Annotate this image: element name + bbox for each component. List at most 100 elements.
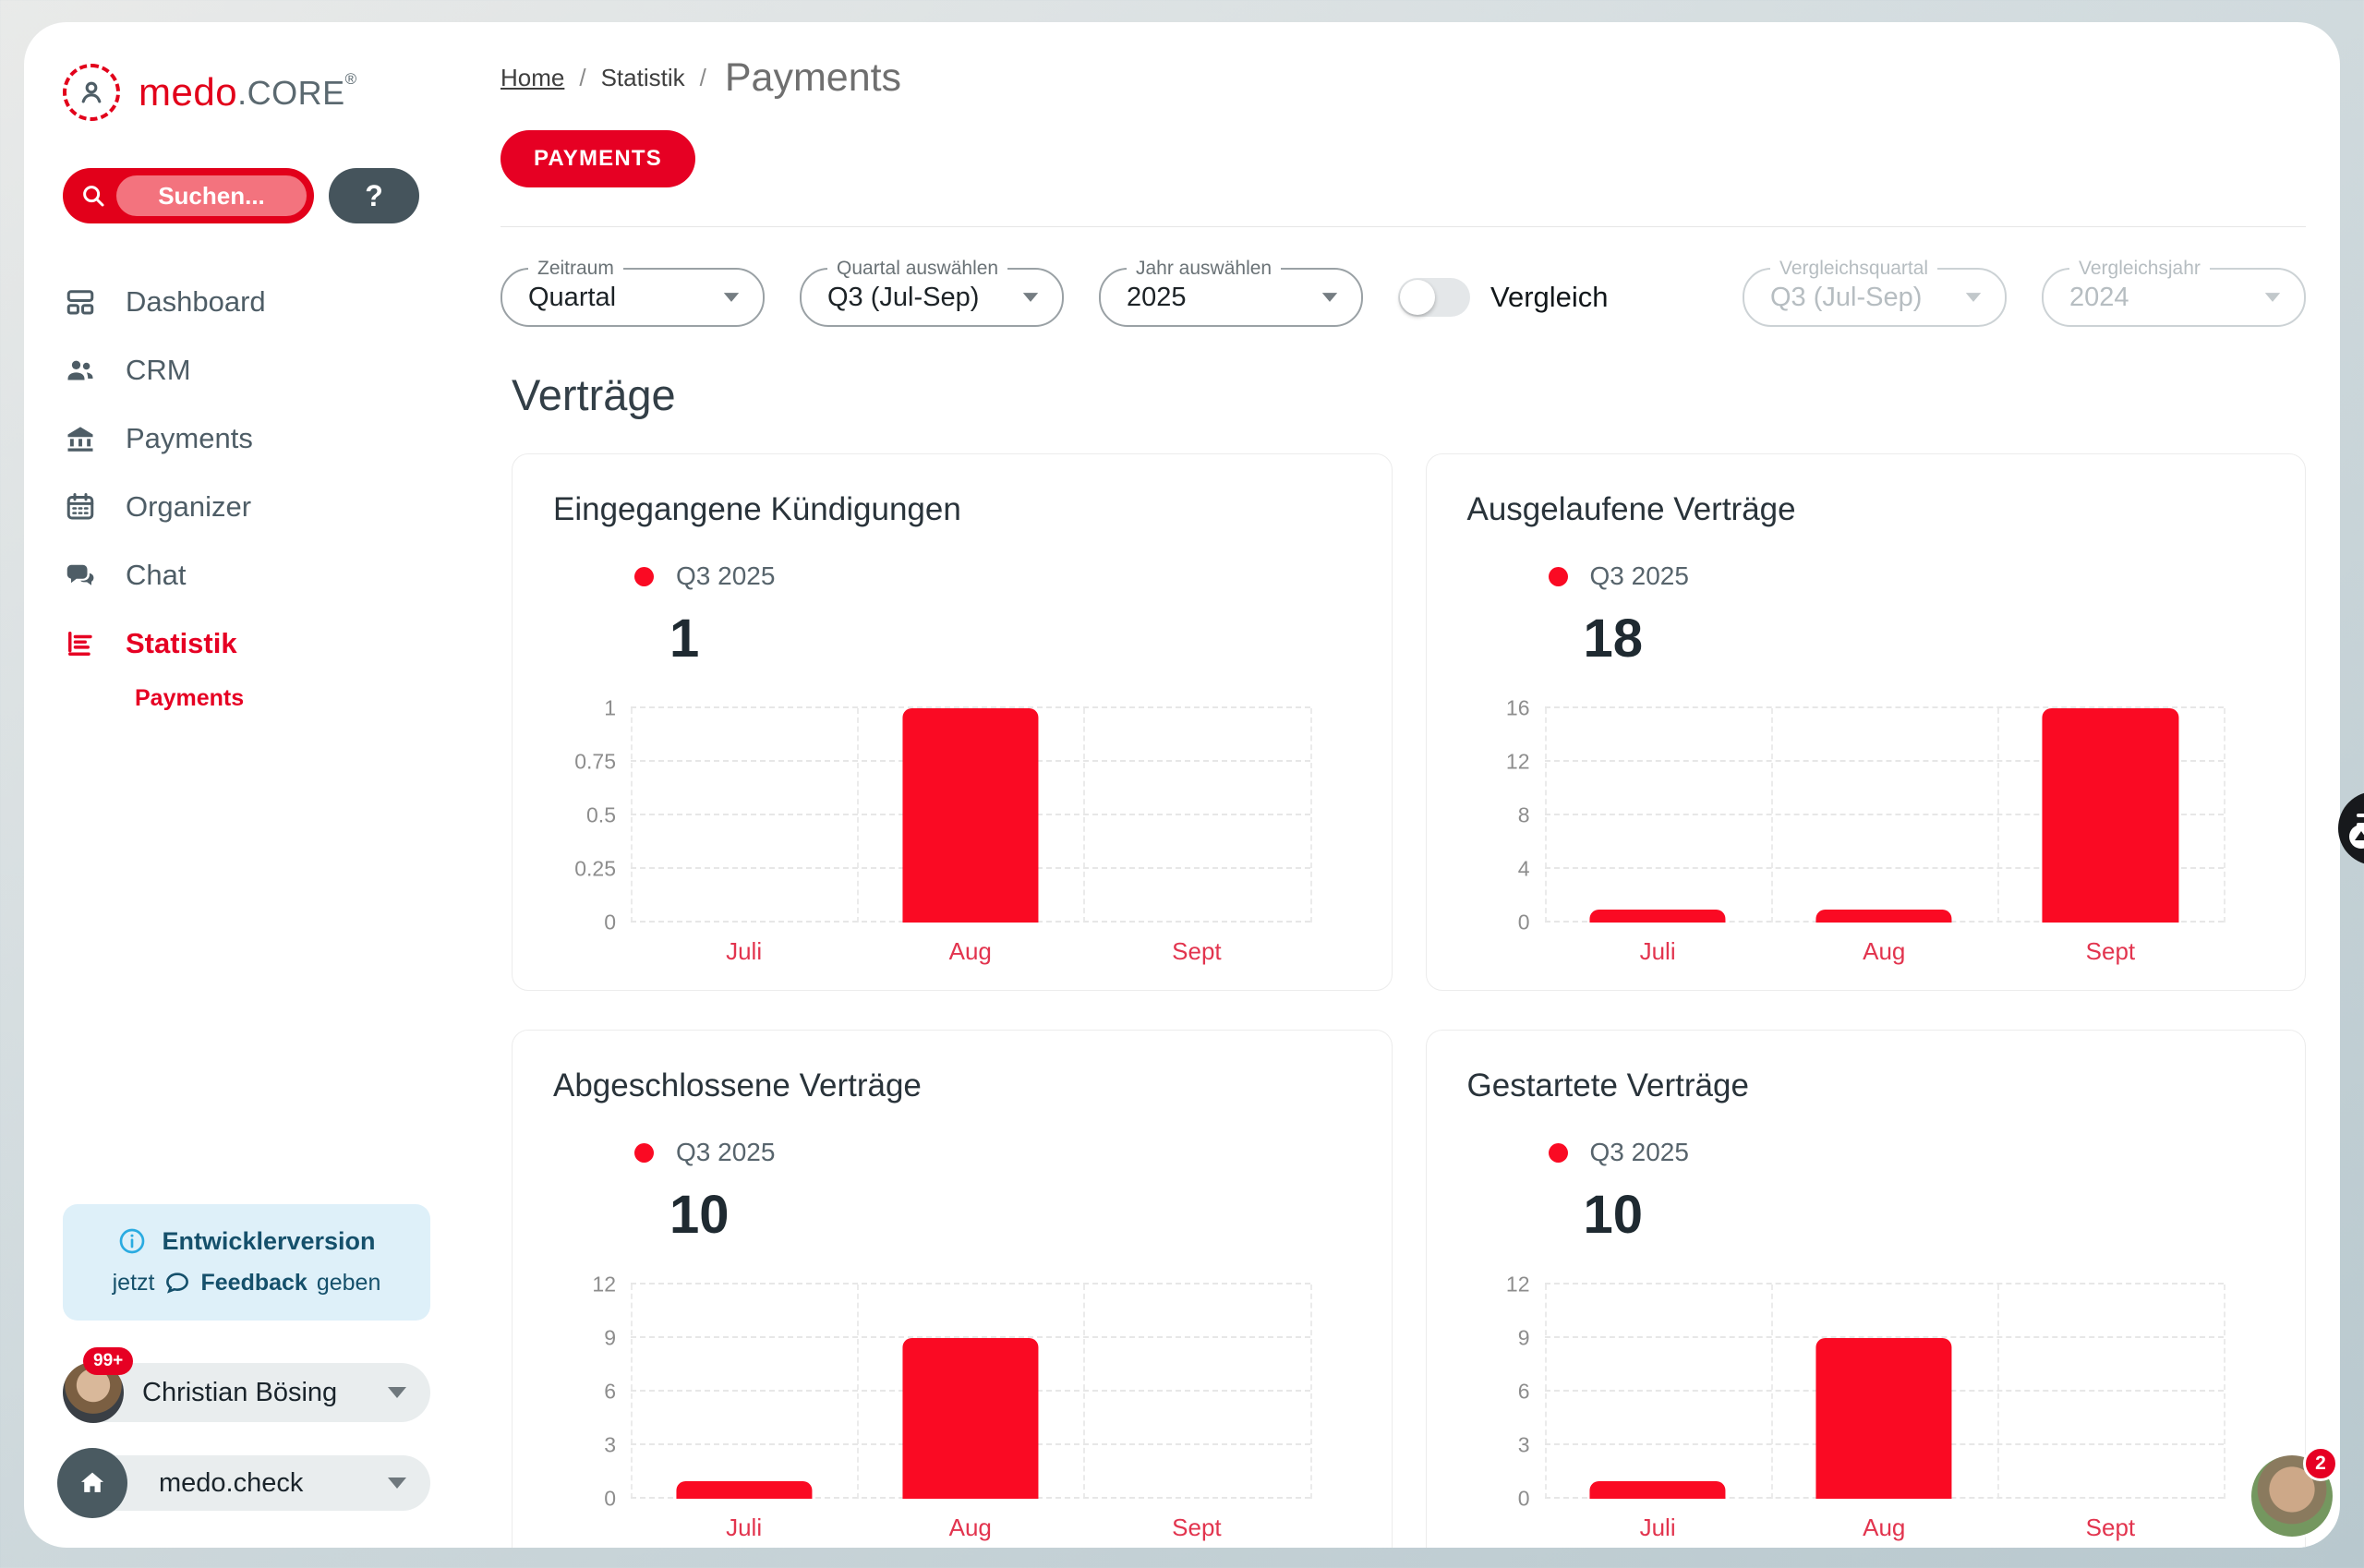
breadcrumb: Home / Statistik / Payments — [501, 55, 2306, 101]
x-axis-label: Juli — [631, 937, 857, 966]
gridline — [1545, 1285, 1547, 1499]
gridline — [1310, 708, 1312, 923]
chart-title: Ausgelaufene Verträge — [1467, 491, 2265, 528]
people-icon — [63, 354, 98, 387]
chart-total: 10 — [669, 1184, 1351, 1246]
x-axis-label: Aug — [857, 1514, 1083, 1542]
app-window: medo.CORE® Suchen... ? Dashbo — [24, 22, 2340, 1548]
gridline — [2224, 708, 2225, 923]
y-axis-tick: 4 — [1518, 859, 1530, 880]
dashboard-icon — [63, 285, 98, 319]
bar-Aug[interactable] — [1816, 1338, 1952, 1499]
chevron-down-icon — [2265, 293, 2280, 302]
sidebar-item-payments[interactable]: Payments — [63, 417, 469, 460]
user-name: Christian Bösing — [142, 1378, 337, 1408]
select-value: 2024 — [2069, 283, 2129, 313]
info-icon — [117, 1226, 147, 1256]
chevron-down-icon — [1322, 293, 1337, 302]
search-input[interactable]: Suchen... — [63, 168, 314, 223]
quartal-select[interactable]: Quartal auswählen Q3 (Jul-Sep) — [800, 268, 1064, 327]
bar-Aug[interactable] — [902, 708, 1038, 923]
sidebar-item-dashboard[interactable]: Dashboard — [63, 281, 469, 323]
legend-dot-icon — [1549, 1143, 1568, 1163]
y-axis-tick: 12 — [1506, 1274, 1530, 1296]
help-button[interactable]: ? — [329, 168, 419, 223]
home-icon — [57, 1448, 127, 1518]
y-axis-tick: 0 — [604, 912, 616, 934]
bar-Aug[interactable] — [902, 1338, 1038, 1499]
dev-feedback-link[interactable]: Feedback — [200, 1270, 307, 1297]
gridline — [1083, 708, 1085, 923]
legend-label: Q3 2025 — [1590, 561, 1689, 591]
vergleich-toggle[interactable] — [1398, 278, 1470, 317]
breadcrumb-statistik[interactable]: Statistik — [601, 64, 685, 92]
zeitraum-select[interactable]: Zeitraum Quartal — [501, 268, 765, 327]
feedback-widget-button[interactable] — [2338, 791, 2364, 865]
chat-icon — [63, 559, 98, 592]
bar-Juli[interactable] — [1590, 910, 1726, 923]
gridline — [631, 1283, 1310, 1285]
vergleich-toggle-label: Vergleich — [1490, 281, 1609, 314]
bar-chart-plot: 036912 — [631, 1285, 1310, 1499]
y-axis-tick: 6 — [1518, 1381, 1530, 1403]
x-axis-label: Juli — [1545, 937, 1771, 966]
chart-title: Eingegangene Kündigungen — [553, 491, 1351, 528]
x-axis-label: Aug — [1771, 937, 1997, 966]
chevron-down-icon — [388, 1478, 406, 1489]
x-axis-labels: JuliAugSept — [1545, 1514, 2225, 1542]
gridline — [631, 1285, 633, 1499]
bar-Aug[interactable] — [1816, 910, 1952, 923]
support-avatar[interactable]: 2 — [2251, 1455, 2333, 1537]
breadcrumb-home[interactable]: Home — [501, 64, 564, 92]
chevron-down-icon — [724, 293, 739, 302]
bar-Sept[interactable] — [2043, 708, 2178, 923]
brand-logo[interactable]: medo.CORE® — [63, 57, 469, 127]
y-axis-tick: 9 — [1518, 1328, 1530, 1349]
gridline — [857, 1285, 859, 1499]
gridline — [631, 708, 633, 923]
chevron-down-icon — [1966, 293, 1981, 302]
payments-tab-button[interactable]: PAYMENTS — [501, 130, 695, 187]
chart-card: Eingegangene Kündigungen Q3 2025 1 00.25… — [512, 453, 1393, 991]
breadcrumb-separator: / — [579, 64, 585, 92]
chart-card: Abgeschlossene Verträge Q3 2025 10 03691… — [512, 1030, 1393, 1548]
dev-feedback-prefix: jetzt — [113, 1270, 155, 1297]
registered-mark: ® — [345, 70, 357, 89]
workspace-name: medo.check — [159, 1468, 303, 1499]
vergleichsjahr-select[interactable]: Vergleichsjahr 2024 — [2042, 268, 2306, 327]
gridline — [1083, 1285, 1085, 1499]
sidebar-item-label: Payments — [126, 422, 253, 455]
x-axis-label: Juli — [631, 1514, 857, 1542]
sidebar-item-crm[interactable]: CRM — [63, 349, 469, 392]
widget-triangle-icon — [2349, 825, 2364, 849]
y-axis-tick: 0 — [604, 1489, 616, 1510]
sidebar-item-organizer[interactable]: Organizer — [63, 486, 469, 528]
bar-Juli[interactable] — [676, 1481, 812, 1499]
y-axis-tick: 16 — [1506, 698, 1530, 719]
legend-dot-icon — [634, 567, 654, 586]
bar-Juli[interactable] — [1590, 1481, 1726, 1499]
workspace-menu[interactable]: medo.check — [63, 1455, 430, 1511]
y-axis-tick: 12 — [592, 1274, 616, 1296]
section-title: Verträge — [512, 369, 2306, 420]
y-axis-tick: 3 — [604, 1435, 616, 1456]
jahr-select[interactable]: Jahr auswählen 2025 — [1099, 268, 1363, 327]
legend-label: Q3 2025 — [1590, 1138, 1689, 1167]
bar-chart-plot: 036912 — [1545, 1285, 2225, 1499]
sidebar-item-statistik[interactable]: Statistik — [63, 622, 469, 665]
chart-grid: Eingegangene Kündigungen Q3 2025 1 00.25… — [501, 453, 2306, 1548]
feedback-bubble-icon — [163, 1269, 191, 1297]
sidebar-item-label: CRM — [126, 354, 191, 387]
bar-chart-plot: 0481216 — [1545, 708, 2225, 923]
vergleichsquartal-select[interactable]: Vergleichsquartal Q3 (Jul-Sep) — [1743, 268, 2007, 327]
chart-card: Ausgelaufene Verträge Q3 2025 18 0481216… — [1426, 453, 2307, 991]
gridline — [1997, 708, 1999, 923]
y-axis-tick: 12 — [1506, 752, 1530, 773]
sidebar-subitem-payments[interactable]: Payments — [135, 685, 469, 712]
user-menu[interactable]: 99+ Christian Bösing — [63, 1363, 430, 1422]
sidebar-item-chat[interactable]: Chat — [63, 554, 469, 597]
support-badge: 2 — [2303, 1446, 2338, 1481]
notification-badge: 99+ — [83, 1347, 133, 1375]
x-axis-labels: JuliAugSept — [631, 1514, 1310, 1542]
select-label: Vergleichsjahr — [2069, 258, 2210, 280]
